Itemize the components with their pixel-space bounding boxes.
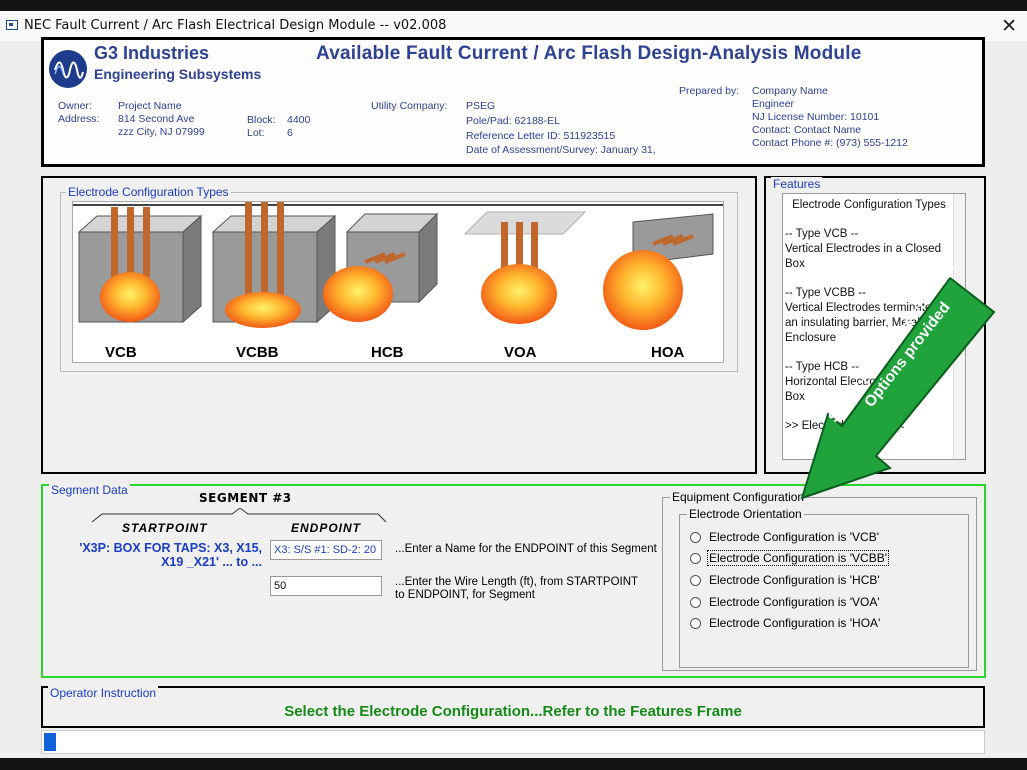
owner-value: Project Name <box>118 100 182 112</box>
address-label: Address: <box>58 113 100 125</box>
type-label-vcbb: VCBB <box>236 344 279 361</box>
progress-bar <box>41 730 985 754</box>
owner-label: Owner: <box>58 100 92 112</box>
operator-instruction-message: Select the Electrode Configuration...Ref… <box>284 703 742 720</box>
radio-label[interactable]: Electrode Configuration is 'VCBB' <box>706 550 890 566</box>
radio-label[interactable]: Electrode Configuration is 'HCB' <box>708 573 881 587</box>
lot-value: 6 <box>287 127 293 139</box>
electrode-configuration-diagram: VCB VCBB HCB VOA HOA <box>72 201 724 363</box>
assessment-date: Date of Assessment/Survey: January 31, <box>466 144 656 156</box>
green-callout-arrow <box>800 276 996 500</box>
feature-vcb-title: -- Type VCB -- <box>785 228 859 240</box>
project-header-panel: G3 Industries Engineering Subsystems Ava… <box>41 37 985 167</box>
radio-label[interactable]: Electrode Configuration is 'HOA' <box>708 616 881 630</box>
utility-value: PSEG <box>466 100 496 112</box>
wire-length-hint: ...Enter the Wire Length (ft), from STAR… <box>395 576 638 601</box>
radio-button[interactable] <box>690 574 701 586</box>
endpoint-label: ENDPOINT <box>291 521 362 535</box>
block-label: Block: <box>247 114 276 126</box>
type-label-hcb: HCB <box>371 344 404 361</box>
radio-button[interactable] <box>690 552 701 564</box>
endpoint-hint: ...Enter a Name for the ENDPOINT of this… <box>395 543 657 555</box>
voa-drawing <box>463 211 587 324</box>
subsystem-name: Engineering Subsystems <box>94 66 262 82</box>
radio-button[interactable] <box>690 531 701 543</box>
progress-fill <box>44 733 56 751</box>
startpoint-label: STARTPOINT <box>122 521 208 535</box>
app-icon <box>6 20 18 30</box>
reference-letter: Reference Letter ID: 511923515 <box>466 130 616 142</box>
endpoint-name-input[interactable] <box>270 540 382 560</box>
contact-phone: Contact Phone #: (973) 555-1212 <box>752 137 908 149</box>
radio-label[interactable]: Electrode Configuration is 'VOA' <box>708 595 881 609</box>
radio-option-hoa[interactable]: Electrode Configuration is 'HOA' <box>690 614 881 632</box>
window-title: NEC Fault Current / Arc Flash Electrical… <box>24 18 447 33</box>
radio-button[interactable] <box>690 617 701 629</box>
lot-label: Lot: <box>247 127 265 139</box>
company-name: G3 Industries <box>94 43 210 63</box>
prepared-label: Prepared by: <box>679 85 740 97</box>
type-label-voa: VOA <box>504 344 537 361</box>
module-title: Available Fault Current / Arc Flash Desi… <box>316 43 862 64</box>
license-number: NJ License Number: 10101 <box>752 111 880 123</box>
radio-option-voa[interactable]: Electrode Configuration is 'VOA' <box>690 593 881 611</box>
feature-vcb-desc: Vertical Electrodes in a Closed Box <box>785 243 941 270</box>
block-value: 4400 <box>287 114 311 126</box>
pole-pad: Pole/Pad: 62188-EL <box>466 115 560 127</box>
address-line1: 814 Second Ave <box>118 113 195 125</box>
type-label-hoa: HOA <box>651 344 685 361</box>
vcb-drawing <box>77 207 203 324</box>
segment-frame-label: Segment Data <box>49 483 130 497</box>
address-line2: zzz City, NJ 07999 <box>118 126 205 138</box>
features-label: Features <box>771 177 823 191</box>
utility-label: Utility Company: <box>371 100 448 112</box>
radio-option-vcbb[interactable]: Electrode Configuration is 'VCBB' <box>690 549 890 567</box>
contact-name: Contact: Contact Name <box>752 124 862 136</box>
operator-instruction-label: Operator Instruction <box>48 686 159 700</box>
hoa-drawing <box>603 213 714 330</box>
radio-button[interactable] <box>690 596 701 608</box>
wire-length-input[interactable] <box>270 576 382 596</box>
electrode-frame-label: Electrode Configuration Types <box>66 185 231 199</box>
hcb-drawing <box>323 212 439 322</box>
prepared-company: Company Name <box>752 85 828 97</box>
company-logo <box>49 50 87 88</box>
close-icon[interactable]: ✕ <box>1001 15 1017 38</box>
type-label-vcb: VCB <box>105 344 137 361</box>
segment-title: SEGMENT #3 <box>199 491 292 505</box>
startpoint-name: 'X3P: BOX FOR TAPS: X3, X15, X19 _X21' .… <box>79 541 262 569</box>
vcbb-drawing <box>211 202 337 328</box>
radio-label[interactable]: Electrode Configuration is 'VCB' <box>708 530 880 544</box>
prepared-title: Engineer <box>752 98 795 110</box>
radio-option-vcb[interactable]: Electrode Configuration is 'VCB' <box>690 528 880 546</box>
radio-option-hcb[interactable]: Electrode Configuration is 'HCB' <box>690 571 881 589</box>
features-heading: Electrode Configuration Types <box>792 199 946 211</box>
